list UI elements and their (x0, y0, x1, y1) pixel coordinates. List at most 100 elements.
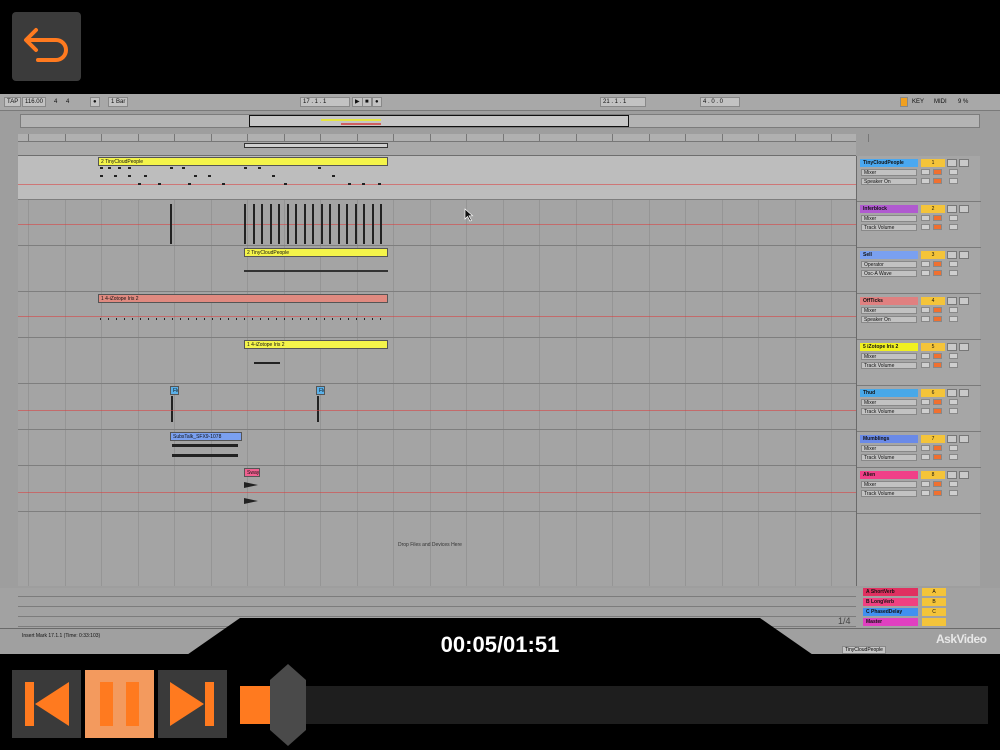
mixer-control[interactable] (949, 169, 958, 175)
return-activator[interactable]: C (922, 608, 946, 616)
mixer-control[interactable] (933, 316, 942, 322)
mixer-control[interactable] (949, 316, 958, 322)
track-name[interactable]: OffTicks (860, 297, 918, 305)
arm-button[interactable] (959, 297, 969, 305)
return-activator[interactable]: B (922, 598, 946, 606)
next-button[interactable] (158, 670, 227, 738)
mixer-control[interactable] (933, 445, 942, 451)
solo-button[interactable] (947, 343, 957, 351)
track-lane[interactable]: 1 4-iZotope Iris 2 (18, 292, 856, 338)
parameter-chooser[interactable]: Track Volume (861, 454, 917, 461)
track-lane[interactable]: 1 4-iZotope Iris 2 (18, 338, 856, 384)
mixer-control[interactable] (921, 353, 930, 359)
clip[interactable]: 1 4-iZotope Iris 2 (98, 294, 388, 303)
track-lane[interactable] (18, 200, 856, 246)
quantize-select[interactable]: 1 Bar (108, 97, 129, 107)
mixer-control[interactable] (921, 362, 930, 368)
mixer-control[interactable] (949, 490, 958, 496)
overview-window[interactable] (249, 115, 629, 127)
time-sig-numerator[interactable]: 4 (54, 98, 57, 106)
mixer-control[interactable] (921, 215, 930, 221)
return-track-name[interactable]: A ShortVerb (863, 588, 918, 596)
record-icon[interactable]: ● (372, 97, 382, 107)
mixer-control[interactable] (933, 224, 942, 230)
mixer-control[interactable] (949, 270, 958, 276)
track-name[interactable]: Inferblock (860, 205, 918, 213)
metronome-icon[interactable]: ● (90, 97, 100, 107)
mixer-control[interactable] (933, 399, 942, 405)
parameter-chooser[interactable]: Osc-A Wave (861, 270, 917, 277)
return-track-name[interactable]: B LongVerb (863, 598, 918, 606)
clip[interactable]: Flo (316, 386, 325, 395)
device-chooser[interactable]: Mixer (861, 353, 917, 360)
key-map-indicator[interactable] (900, 97, 908, 107)
device-chooser[interactable]: Mixer (861, 215, 917, 222)
arm-button[interactable] (959, 471, 969, 479)
parameter-chooser[interactable]: Track Volume (861, 224, 917, 231)
loop-length-field[interactable]: 4 . 0 . 0 (700, 97, 740, 107)
mixer-control[interactable] (949, 362, 958, 368)
solo-button[interactable] (947, 389, 957, 397)
mixer-control[interactable] (933, 454, 942, 460)
mixer-control[interactable] (933, 261, 942, 267)
tempo-field[interactable]: 116.00 (22, 97, 46, 107)
tap-button[interactable]: TAP (4, 97, 22, 107)
parameter-chooser[interactable]: Track Volume (861, 408, 917, 415)
loop-ruler[interactable] (18, 142, 856, 156)
device-chooser[interactable]: Mixer (861, 307, 917, 314)
mixer-control[interactable] (933, 362, 942, 368)
time-sig-denominator[interactable]: 4 (66, 98, 69, 106)
loop-brace[interactable] (244, 143, 388, 148)
device-chooser[interactable]: Mixer (861, 169, 917, 176)
track-lane[interactable]: Flo Flo (18, 384, 856, 430)
device-chooser[interactable]: Mixer (861, 481, 917, 488)
mixer-control[interactable] (949, 481, 958, 487)
mixer-control[interactable] (921, 178, 930, 184)
mixer-control[interactable] (949, 261, 958, 267)
track-lane[interactable]: SubsTalk_SFX9-1078 (18, 430, 856, 466)
clip[interactable]: Flo (170, 386, 179, 395)
return-track-name[interactable]: C PhasedDelay (863, 608, 918, 616)
pause-button[interactable] (85, 670, 154, 738)
track-header[interactable]: Inferblock 2 Mixer Track Volume (857, 202, 981, 248)
track-lane[interactable]: Sway (18, 466, 856, 512)
mixer-control[interactable] (933, 270, 942, 276)
mixer-control[interactable] (949, 178, 958, 184)
mixer-control[interactable] (921, 408, 930, 414)
mixer-control[interactable] (949, 224, 958, 230)
stop-icon[interactable]: ■ (362, 97, 372, 107)
solo-button[interactable] (947, 297, 957, 305)
track-name[interactable]: TinyCloudPeople (860, 159, 918, 167)
return-track-name[interactable]: Master (863, 618, 918, 626)
track-activator[interactable]: 6 (921, 389, 945, 397)
solo-button[interactable] (947, 435, 957, 443)
return-lane[interactable] (18, 588, 856, 597)
mixer-control[interactable] (921, 490, 930, 496)
parameter-chooser[interactable]: Speaker On (861, 178, 917, 185)
track-header[interactable]: TinyCloudPeople 1 Mixer Speaker On (857, 156, 981, 202)
track-activator[interactable]: 2 (921, 205, 945, 213)
track-activator[interactable]: 1 (921, 159, 945, 167)
return-lane[interactable] (18, 608, 856, 617)
clip[interactable]: 2 TinyCloudPeople (244, 248, 388, 257)
mixer-control[interactable] (921, 445, 930, 451)
track-activator[interactable]: 8 (921, 471, 945, 479)
clip[interactable]: Sway (244, 468, 260, 477)
track-activator[interactable]: 3 (921, 251, 945, 259)
track-header[interactable]: Alien 8 Mixer Track Volume (857, 468, 981, 514)
track-name[interactable]: Sell (860, 251, 918, 259)
track-name[interactable]: 5 iZotope Iris 2 (860, 343, 918, 351)
solo-button[interactable] (947, 205, 957, 213)
return-activator[interactable] (922, 618, 946, 626)
mixer-control[interactable] (933, 408, 942, 414)
track-header[interactable]: Sell 3 Operator Osc-A Wave (857, 248, 981, 294)
mixer-control[interactable] (949, 408, 958, 414)
seek-handle[interactable] (268, 664, 308, 746)
parameter-chooser[interactable]: Track Volume (861, 362, 917, 369)
track-name[interactable]: Alien (860, 471, 918, 479)
arm-button[interactable] (959, 435, 969, 443)
clip[interactable]: SubsTalk_SFX9-1078 (170, 432, 242, 441)
solo-button[interactable] (947, 251, 957, 259)
mixer-control[interactable] (921, 270, 930, 276)
solo-button[interactable] (947, 471, 957, 479)
